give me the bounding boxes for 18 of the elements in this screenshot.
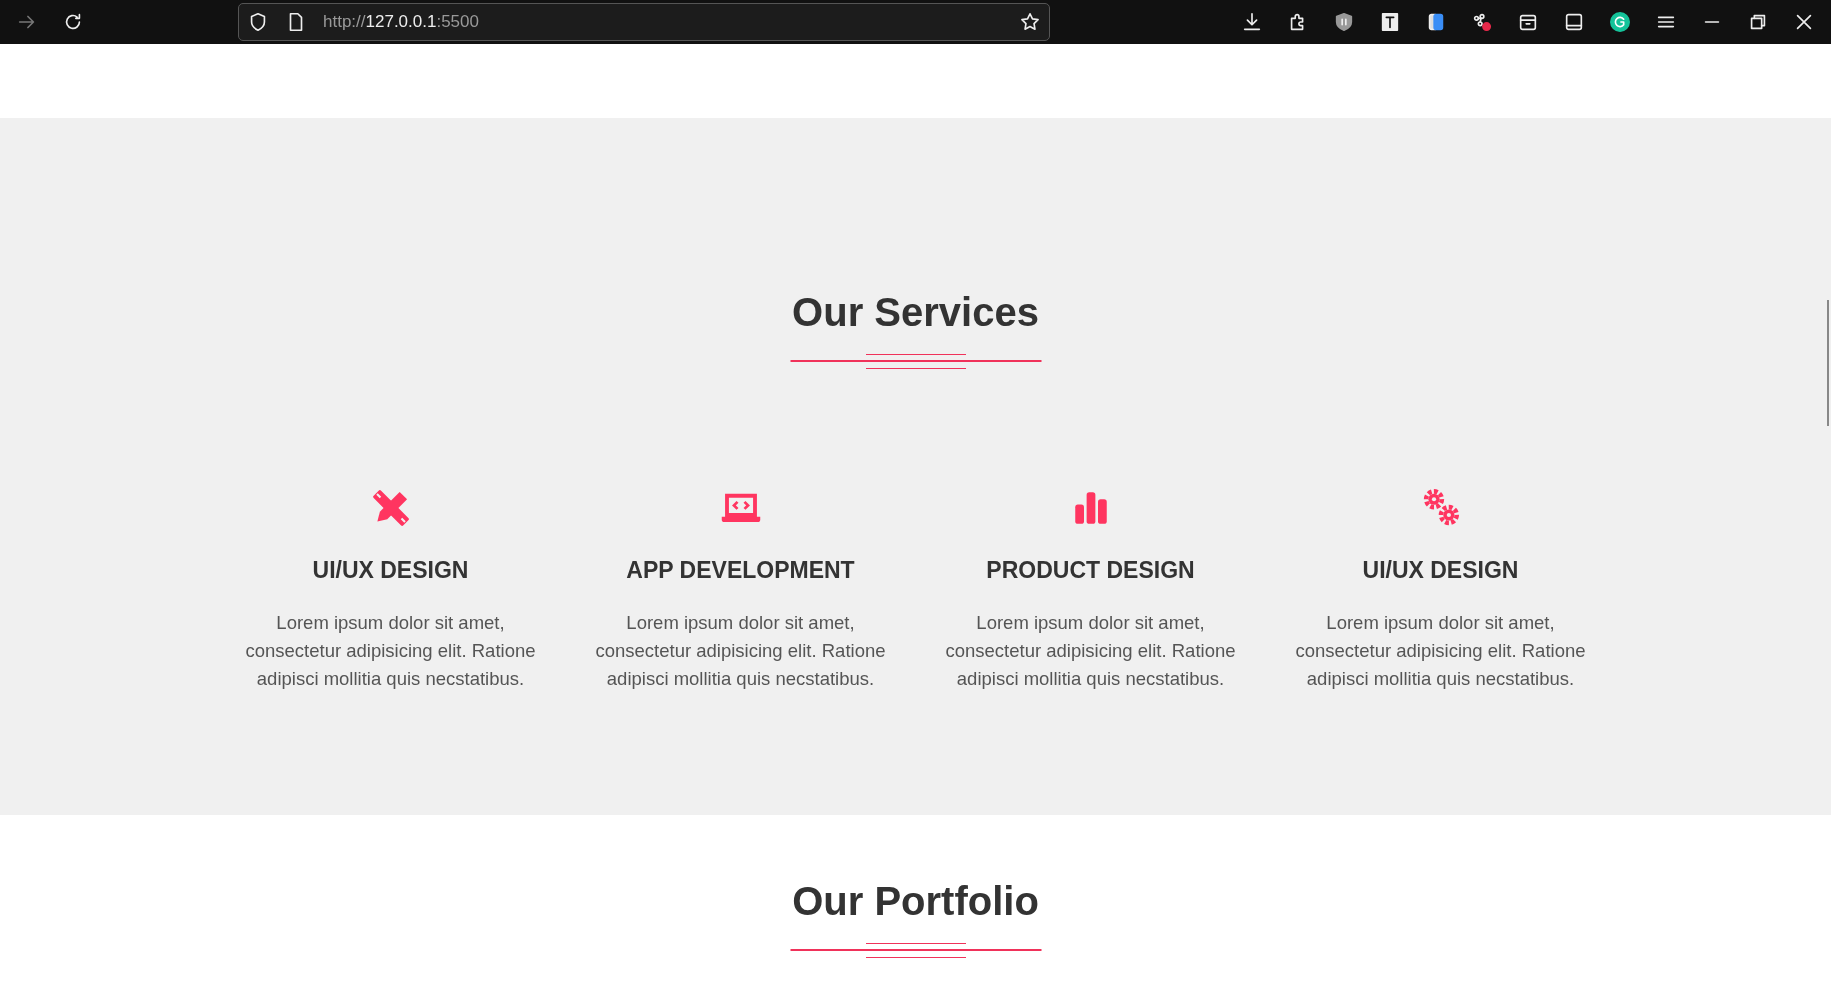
sidebar-icon[interactable]	[1563, 11, 1585, 33]
service-description: Lorem ipsum dolor sit amet, consectetur adipisicing elit. Ratione adipisci mollitia quis necstatibus.	[1294, 610, 1587, 691]
section-heading: Our Portfolio	[791, 881, 1040, 921]
service-title: UI/UX DESIGN	[311, 557, 470, 585]
service-title: APP DEVELOPMENT	[625, 557, 856, 585]
g-logo-icon[interactable]	[1609, 11, 1631, 33]
service-title: PRODUCT DESIGN	[985, 557, 1196, 585]
letter-t-icon[interactable]	[1379, 11, 1401, 33]
download-icon[interactable]	[1241, 11, 1263, 33]
shield-icon[interactable]	[1333, 11, 1355, 33]
star-icon[interactable]	[1019, 11, 1041, 33]
section-heading: Our Services	[791, 292, 1040, 332]
service-title: UI/UX DESIGN	[1361, 557, 1520, 585]
nodes-icon[interactable]	[1471, 11, 1493, 33]
service-description: Lorem ipsum dolor sit amet, consectetur adipisicing elit. Ratione adipisci mollitia quis necstatibus.	[594, 610, 887, 691]
service-description: Lorem ipsum dolor sit amet, consectetur adipisicing elit. Ratione adipisci mollitia quis necstatibus.	[244, 610, 537, 691]
service-description: Lorem ipsum dolor sit amet, consectetur adipisicing elit. Ratione adipisci mollitia quis necstatibus.	[944, 610, 1237, 691]
scrollbar-thumb[interactable]	[1827, 300, 1829, 426]
